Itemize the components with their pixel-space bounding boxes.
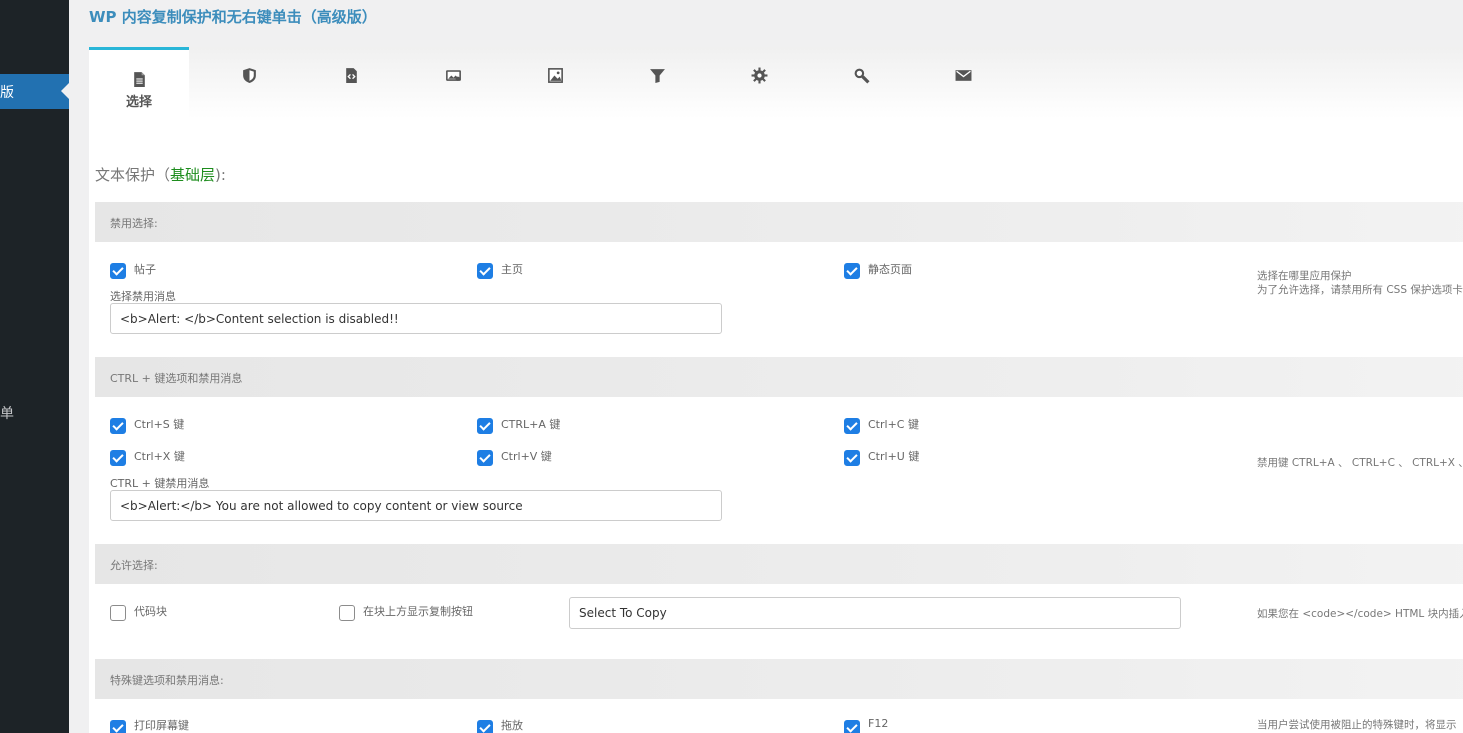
tab-select-label: 选择 [125,95,152,110]
checkbox-ctrl-u[interactable] [844,450,860,466]
checkbox-home-label: 主页 [501,263,523,276]
checkbox-ctrl-c[interactable] [844,418,860,434]
tab-code[interactable] [301,47,401,119]
checkbox-f12[interactable] [844,720,860,733]
filter-icon [649,69,665,83]
allow-selection-header: 允许选择: [95,544,1463,584]
checkbox-show-copy-button-label: 在块上方显示复制按钮 [363,605,473,618]
admin-sidebar: 版 单 [0,0,69,733]
special-keys-note: 当用户尝试使用被阻止的特殊键时，将显示 [1257,719,1457,731]
special-keys-header-text: 特殊键选项和禁用消息: [110,674,224,687]
checkbox-static-pages-label: 静态页面 [868,263,912,276]
selection-message-label: 选择禁用消息 [110,290,176,303]
picture-icon [547,68,563,83]
checkbox-ctrl-x-label: Ctrl+X 键 [134,450,185,463]
special-keys-header: 特殊键选项和禁用消息: [95,659,1463,699]
selection-message-input[interactable]: <b>Alert: </b>Content selection is disab… [110,303,722,334]
code-file-icon [345,68,357,83]
checkbox-f12-label: F12 [868,717,889,730]
checkbox-static-pages[interactable] [844,263,860,279]
tab-filter[interactable] [607,47,707,119]
ctrl-message-input[interactable]: <b>Alert:</b> You are not allowed to cop… [110,490,722,521]
tab-mail[interactable] [913,47,1013,119]
tab-bar: 选择 [89,47,1463,119]
checkbox-show-copy-button[interactable] [339,605,355,621]
copy-button-text-input[interactable]: Select To Copy [569,597,1181,629]
shield-icon [242,68,256,83]
gear-icon [751,67,767,84]
sidebar-item[interactable]: 单 [0,403,14,423]
main-content: WP 内容复制保护和无右键单击（高级版） 选择 文本保护（基础层): 禁用选择:… [69,0,1463,733]
disable-selection-note: 选择在哪里应用保护 为了允许选择，请禁用所有 CSS 保护选项卡 [1257,269,1463,297]
allow-selection-header-text: 允许选择: [110,559,158,572]
checkbox-ctrl-u-label: Ctrl+U 键 [868,450,920,463]
allow-selection-note: 如果您在 <code></code> HTML 块内插入 [1257,608,1463,620]
checkbox-ctrl-c-label: Ctrl+C 键 [868,418,919,431]
checkbox-print-screen-label: 打印屏幕键 [134,719,189,732]
disable-selection-note-line2: 为了允许选择，请禁用所有 CSS 保护选项卡 [1257,284,1463,296]
disable-selection-note-line1: 选择在哪里应用保护 [1257,270,1352,282]
tab-settings[interactable] [709,47,809,119]
disable-selection-header: 禁用选择: [95,202,1463,242]
checkbox-drag-drop[interactable] [477,720,493,733]
checkbox-ctrl-a-label: CTRL+A 键 [501,418,561,431]
tab-image-card[interactable] [403,47,503,119]
checkbox-print-screen[interactable] [110,720,126,733]
checkbox-posts[interactable] [110,263,126,279]
checkbox-ctrl-x[interactable] [110,450,126,466]
section-title-highlight: 基础层 [170,166,216,184]
checkbox-ctrl-s[interactable] [110,418,126,434]
checkbox-code-block-label: 代码块 [134,605,167,618]
checkbox-ctrl-v[interactable] [477,450,493,466]
ctrl-keys-note: 禁用键 CTRL+A 、 CTRL+C 、 CTRL+X 、 [1257,457,1463,469]
section-title-prefix: 文本保护（ [95,166,171,184]
mail-icon [955,70,971,81]
sidebar-item-active-label: 版 [0,85,14,101]
section-title-suffix: ): [215,166,226,184]
disable-selection-header-text: 禁用选择: [110,217,158,230]
checkbox-posts-label: 帖子 [134,263,156,276]
section-title: 文本保护（基础层): [95,164,226,185]
sidebar-active-arrow [61,83,69,99]
tab-picture[interactable] [505,47,605,119]
search-icon [854,68,870,84]
image-card-icon [445,70,461,81]
tab-select[interactable]: 选择 [89,47,189,119]
page-title: WP 内容复制保护和无右键单击（高级版） [89,8,377,26]
checkbox-drag-drop-label: 拖放 [501,719,523,732]
tab-search[interactable] [811,47,911,119]
sidebar-item-active[interactable]: 版 [0,74,69,109]
ctrl-keys-header-text: CTRL + 键选项和禁用消息 [110,372,243,385]
checkbox-ctrl-s-label: Ctrl+S 键 [134,418,185,431]
checkbox-ctrl-a[interactable] [477,418,493,434]
document-icon [133,72,145,87]
checkbox-code-block[interactable] [110,605,126,621]
settings-panel: 选择 文本保护（基础层): 禁用选择: 帖子 主页 静态页面 选择禁用消息 <b… [89,47,1463,733]
ctrl-message-label: CTRL + 键禁用消息 [110,477,210,490]
ctrl-keys-header: CTRL + 键选项和禁用消息 [95,357,1463,397]
checkbox-home[interactable] [477,263,493,279]
tab-shield[interactable] [199,47,299,119]
checkbox-ctrl-v-label: Ctrl+V 键 [501,450,552,463]
